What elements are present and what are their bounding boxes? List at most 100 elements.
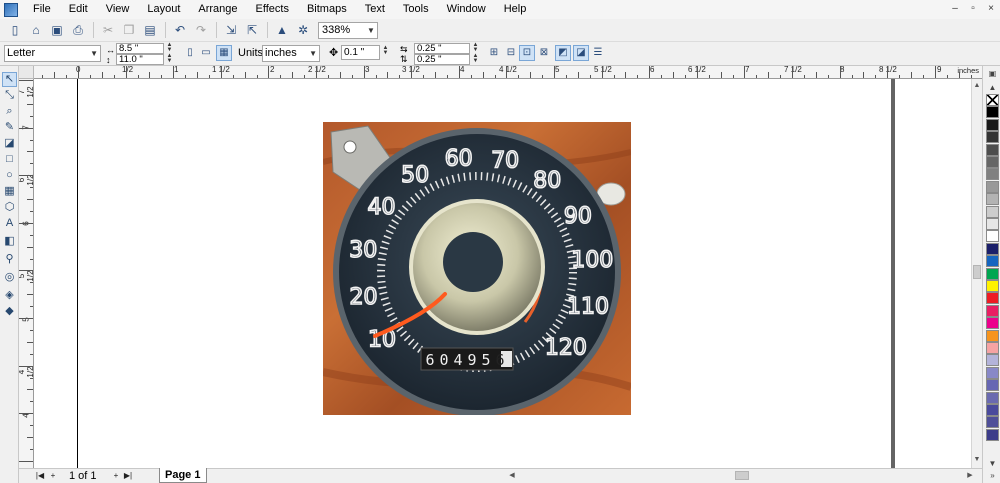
color-swatch[interactable] <box>986 193 999 206</box>
treat-as-filled-icon[interactable]: ⊞ <box>486 45 502 61</box>
color-swatch[interactable] <box>986 391 999 404</box>
menu-arrange[interactable]: Arrange <box>189 0 246 19</box>
dynamic-guides-icon[interactable]: ◩ <box>555 45 571 61</box>
chevron-down-icon[interactable]: ▼ <box>90 46 98 61</box>
color-swatch[interactable] <box>986 329 999 342</box>
options-icon[interactable]: ☰ <box>590 45 606 61</box>
color-swatch[interactable] <box>986 428 999 441</box>
color-swatch[interactable] <box>986 292 999 305</box>
nudge-distance-field[interactable]: 0.1 " <box>341 45 380 60</box>
zoom-level-combo[interactable]: 338% ▼ <box>318 21 378 39</box>
menu-edit[interactable]: Edit <box>60 0 97 19</box>
palette-scroll-up-icon[interactable]: ▲ <box>986 82 999 93</box>
scroll-left-icon[interactable]: ◀ <box>507 470 517 482</box>
color-swatch[interactable] <box>986 304 999 317</box>
scroll-right-icon[interactable]: ▶ <box>965 470 975 482</box>
color-swatch[interactable] <box>986 205 999 218</box>
polygon-tool-icon[interactable]: ▦ <box>2 184 17 199</box>
duplicate-x-field[interactable]: 0.25 " <box>414 43 470 54</box>
color-swatch[interactable] <box>986 280 999 292</box>
menu-file[interactable]: File <box>24 0 60 19</box>
add-page-after-icon[interactable]: + <box>111 470 121 482</box>
color-swatch[interactable] <box>986 416 999 429</box>
duplicate-y-field[interactable]: 0.25 " <box>414 54 470 65</box>
color-swatch[interactable] <box>986 317 999 330</box>
color-swatch[interactable] <box>986 106 999 119</box>
color-swatch[interactable] <box>986 404 999 416</box>
close-button[interactable]: × <box>984 2 998 16</box>
last-page-icon[interactable]: ▶| <box>123 470 133 482</box>
ellipse-tool-icon[interactable]: ○ <box>2 168 17 183</box>
menu-help[interactable]: Help <box>495 0 536 19</box>
interactive-fill-tool-icon[interactable]: ◆ <box>2 304 17 319</box>
horizontal-scroll-thumb[interactable] <box>735 471 749 480</box>
duplicate-y-spinner[interactable]: ▲ ▼ <box>471 53 480 65</box>
pick-tool-icon[interactable]: ↖ <box>2 72 17 87</box>
vertical-scrollbar[interactable]: ▲ ▼ <box>971 79 982 468</box>
paste-icon[interactable]: ▤ <box>140 20 160 40</box>
drawing-scale-icon[interactable]: ◪ <box>573 45 589 61</box>
speedometer-photo[interactable]: 102030405060 708090100110120 604956 <box>323 122 631 415</box>
palette-expand-icon[interactable]: » <box>986 470 999 481</box>
print-icon[interactable]: ⎙ <box>68 20 88 40</box>
palette-scroll-down-icon[interactable]: ▼ <box>986 458 999 469</box>
color-swatch[interactable] <box>986 366 999 379</box>
no-color-swatch[interactable] <box>986 94 999 106</box>
vertical-scroll-thumb[interactable] <box>973 265 981 279</box>
color-swatch[interactable] <box>986 180 999 193</box>
drawing-canvas[interactable]: 10 20 30 40 50 60 70 80 90 100 110 120 604956 <box>34 79 971 468</box>
smart-fill-tool-icon[interactable]: ◪ <box>2 136 17 151</box>
snap-to-grid-icon[interactable]: ⊟ <box>503 45 519 61</box>
cut-icon[interactable]: ✂ <box>98 20 118 40</box>
chevron-down-icon[interactable]: ▼ <box>365 26 377 35</box>
menu-layout[interactable]: Layout <box>138 0 189 19</box>
minimize-button[interactable]: – <box>948 2 962 16</box>
open-icon[interactable]: ⌂ <box>26 20 46 40</box>
all-pages-icon[interactable]: ▦ <box>216 45 232 61</box>
page-width-field[interactable]: 8.5 " <box>116 43 164 54</box>
menu-bitmaps[interactable]: Bitmaps <box>298 0 356 19</box>
ruler-origin[interactable] <box>19 66 34 79</box>
color-swatch[interactable] <box>986 218 999 230</box>
color-swatch[interactable] <box>986 131 999 144</box>
save-icon[interactable]: ▣ <box>47 20 67 40</box>
color-swatch[interactable] <box>986 342 999 354</box>
menu-window[interactable]: Window <box>438 0 495 19</box>
basic-shapes-tool-icon[interactable]: ⬡ <box>2 200 17 215</box>
menu-text[interactable]: Text <box>356 0 394 19</box>
snap-to-guidelines-icon[interactable]: ⊡ <box>519 45 535 61</box>
eyedropper-tool-icon[interactable]: ⚲ <box>2 252 17 267</box>
outline-tool-icon[interactable]: ◎ <box>2 270 17 285</box>
color-swatch[interactable] <box>986 143 999 156</box>
page-tab[interactable]: Page 1 <box>159 468 207 483</box>
scroll-down-icon[interactable]: ▼ <box>972 455 982 465</box>
application-launcher-icon[interactable]: ▲ <box>272 20 292 40</box>
redo-icon[interactable]: ↷ <box>191 20 211 40</box>
interactive-blend-tool-icon[interactable]: ◧ <box>2 234 17 249</box>
shape-tool-icon[interactable]: ⤡ <box>2 88 17 103</box>
add-page-before-icon[interactable]: + <box>48 470 58 482</box>
palette-options-icon[interactable]: ▣ <box>986 68 999 79</box>
app-icon[interactable] <box>4 2 18 17</box>
menu-view[interactable]: View <box>97 0 139 19</box>
page-height-spinner[interactable]: ▲ ▼ <box>165 53 174 65</box>
color-swatch[interactable] <box>986 168 999 181</box>
vertical-ruler[interactable]: 7 1/2 7 6 1/2 6 5 1/2 5 4 1/2 4 <box>19 79 34 468</box>
page-height-field[interactable]: 11.0 " <box>116 54 164 65</box>
zoom-tool-icon[interactable]: ⌕ <box>2 104 17 119</box>
color-swatch[interactable] <box>986 379 999 392</box>
color-swatch[interactable] <box>986 118 999 131</box>
freehand-tool-icon[interactable]: ✎ <box>2 120 17 135</box>
export-icon[interactable]: ⇱ <box>242 20 262 40</box>
restore-button[interactable]: ▫ <box>966 2 980 16</box>
menu-tools[interactable]: Tools <box>394 0 438 19</box>
rectangle-tool-icon[interactable]: □ <box>2 152 17 167</box>
color-swatch[interactable] <box>986 242 999 255</box>
landscape-icon[interactable]: ▭ <box>198 45 214 61</box>
chevron-down-icon[interactable]: ▼ <box>309 46 317 61</box>
units-combo[interactable]: inches ▼ <box>262 45 320 62</box>
color-swatch[interactable] <box>986 267 999 280</box>
color-swatch[interactable] <box>986 156 999 168</box>
fill-tool-icon[interactable]: ◈ <box>2 288 17 303</box>
color-swatch[interactable] <box>986 354 999 367</box>
